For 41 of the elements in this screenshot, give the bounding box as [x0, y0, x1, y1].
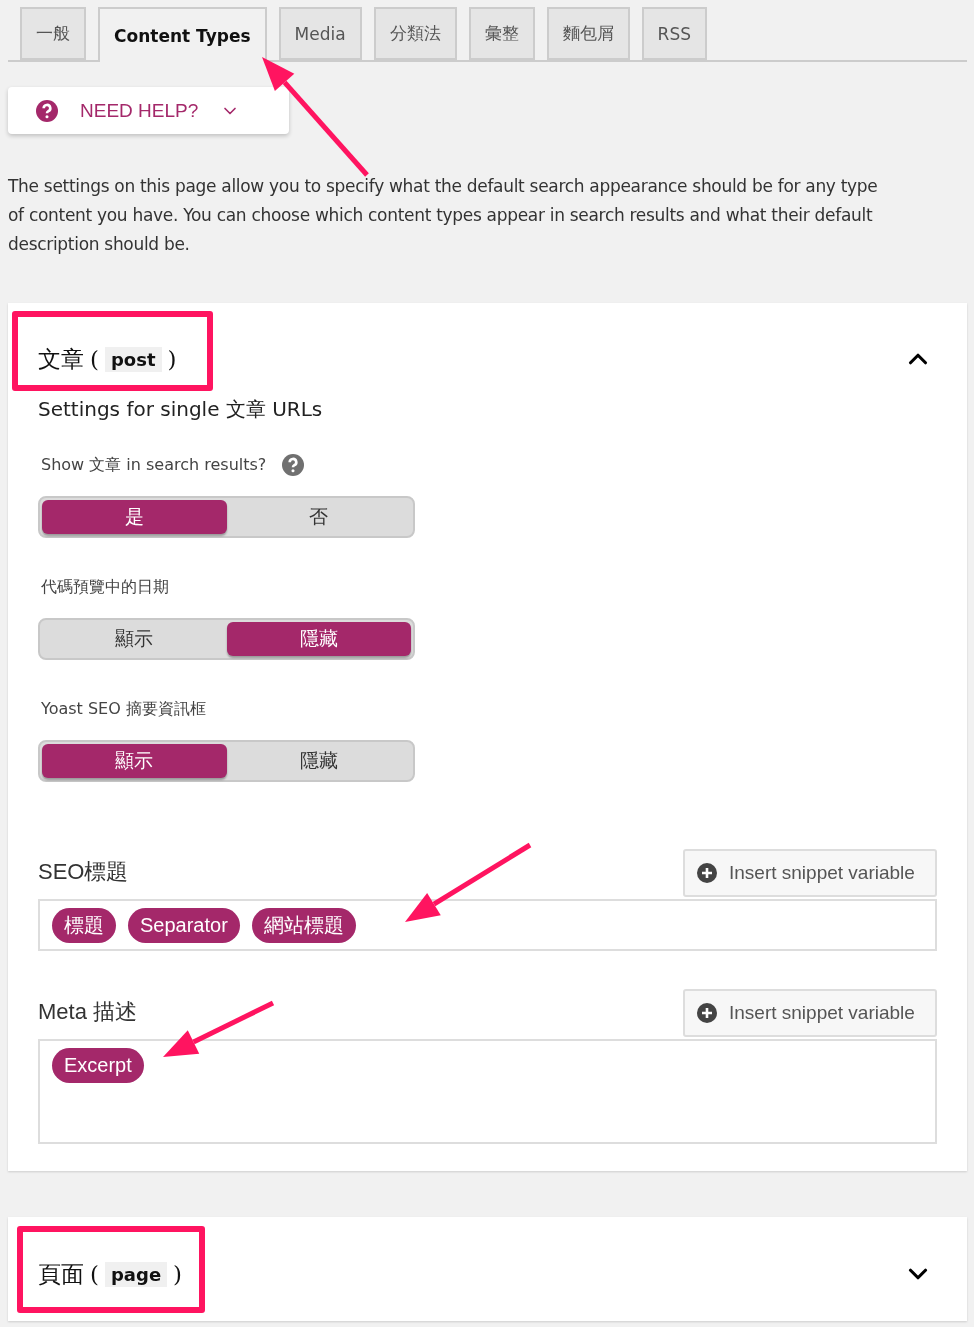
toggle-option[interactable]: 顯示	[42, 622, 227, 656]
tab[interactable]: 彙整	[468, 7, 535, 60]
help-icon	[282, 454, 305, 476]
paren-open: (	[90, 346, 99, 372]
field-label: SEO標題	[38, 858, 129, 886]
tab[interactable]: 一般	[20, 7, 86, 60]
need-help-button[interactable]: NEED HELP?	[8, 87, 289, 134]
insert-snippet-button[interactable]: Insert snippet variable	[683, 849, 937, 897]
toggle-option[interactable]: 顯示	[42, 744, 227, 778]
plus-icon	[697, 1003, 717, 1023]
setting-label: 代碼預覽中的日期	[41, 576, 169, 598]
paren-close: )	[167, 346, 177, 372]
snippet-input-field[interactable]: Excerpt	[38, 1039, 937, 1144]
toggle-option[interactable]: 否	[226, 500, 411, 534]
tab[interactable]: Content Types	[98, 7, 267, 62]
toggle-option[interactable]: 隱藏	[226, 744, 411, 778]
section-name: 頁面	[38, 1259, 84, 1289]
snippet-variable-tag: Excerpt	[52, 1048, 144, 1083]
snippet-input-field[interactable]: 標題 Separator 網站標題	[38, 899, 937, 951]
tab[interactable]: 分類法	[373, 7, 457, 60]
setting-label: Show 文章 in search results?	[41, 454, 267, 476]
paren-open: (	[90, 1261, 99, 1287]
tab[interactable]: Media	[278, 7, 362, 60]
section-subtitle: Settings for single 文章 URLs	[38, 396, 324, 423]
snippet-variable-tag: Separator	[128, 908, 240, 943]
tab[interactable]: 麵包屑	[546, 7, 630, 60]
snippet-variable-tag: 標題	[52, 908, 116, 943]
paren-close: )	[173, 1261, 183, 1287]
plus-icon	[697, 863, 717, 883]
setting-label: Yoast SEO 摘要資訊框	[41, 698, 206, 720]
post-type-slug: page	[105, 1261, 168, 1287]
post-type-slug: post	[105, 346, 162, 372]
help-icon	[36, 99, 58, 122]
section-name: 文章	[38, 344, 84, 374]
snippet-variable-tag: 網站標題	[251, 908, 356, 943]
field-label: Meta 描述	[38, 998, 138, 1026]
toggle-option[interactable]: 隱藏	[226, 622, 411, 656]
insert-snippet-button[interactable]: Insert snippet variable	[683, 989, 937, 1037]
toggle-option[interactable]: 是	[42, 500, 227, 534]
intro-text: The settings on this page allow you to specify what the default search appearance should be for any type of content you have. You can choose which content types appear in search results and what their default description should be.	[8, 175, 878, 256]
tab[interactable]: RSS	[641, 7, 707, 60]
